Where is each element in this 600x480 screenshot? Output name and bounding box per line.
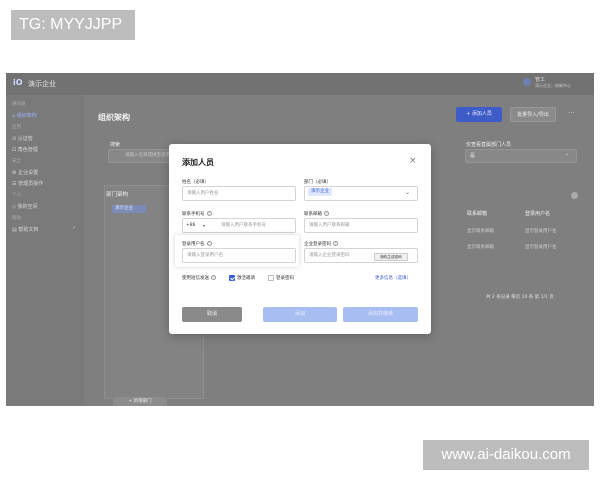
sidebar-group-apps: 应用 xyxy=(12,125,21,130)
sidebar-item-roles[interactable]: ⊡ 角色管理 xyxy=(12,146,38,153)
sidebar-item-label: 企业设置 xyxy=(18,170,39,176)
sidebar-group-personal: 个人 xyxy=(12,193,21,198)
sidebar-item-auth[interactable]: ⊙ 认证管 xyxy=(12,135,33,142)
org-tree-node[interactable]: 演示企业 xyxy=(112,205,146,213)
add-circle-icon[interactable] xyxy=(571,192,578,199)
pagination[interactable]: 共 2 条记录 每页 10 条 第 1/1 页 xyxy=(486,294,554,300)
sidebar-item-admin-ops[interactable]: ☰ 管理员操作 xyxy=(12,180,43,187)
sidebar-group-help: 帮助 xyxy=(12,216,21,221)
email-label: 联系邮箱? xyxy=(304,211,329,217)
help-icon[interactable]: ? xyxy=(206,241,212,246)
direct-members-select[interactable]: 是 xyxy=(465,149,577,163)
notify-label: 使用短信发送? xyxy=(182,275,216,281)
sidebar-item-org[interactable]: ⌂ 组织架构 xyxy=(12,112,37,119)
sidebar-item-label: 角色管理 xyxy=(17,147,38,153)
search-label: 搜索 xyxy=(110,142,121,148)
page-title: 组织架构 xyxy=(98,113,130,122)
top-bar: iO 演示企业 管工 演示企业，刷新中心 xyxy=(6,73,594,95)
sidebar-item-label: 管理员操作 xyxy=(18,181,44,187)
watermark-top: TG: MYYJJPP xyxy=(11,10,135,40)
chevron-down-icon: ⌄ xyxy=(405,189,411,196)
avatar[interactable] xyxy=(523,78,531,86)
generate-password-button[interactable]: 随机生成密码 xyxy=(374,253,408,261)
table-header: 联系邮箱 xyxy=(467,211,488,217)
sidebar-item-label: 我的空间 xyxy=(17,204,38,210)
batch-import-export-button[interactable]: 批量导入/导出 xyxy=(510,107,556,122)
activate-invite-label: 激活邀请 xyxy=(237,276,255,281)
password-label: 企业登录密码? xyxy=(304,241,338,247)
sidebar-item-label: 组织架构 xyxy=(16,113,37,119)
sidebar-item-label: 帮助文档 xyxy=(18,227,39,233)
dept-tag[interactable]: 演示企业 xyxy=(308,188,332,196)
sidebar-group-contacts: 通讯录 xyxy=(12,102,26,107)
phone-label: 联系手机号? xyxy=(182,211,212,217)
chevron-down-icon: ⌄ xyxy=(565,151,570,157)
email-input[interactable]: 请输入用户联系邮箱 xyxy=(304,218,418,233)
cancel-button[interactable]: 取消 xyxy=(182,307,242,322)
direct-members-label: 仅查看直属部门人员 xyxy=(466,142,512,148)
table-cell: 显示联系邮箱 xyxy=(467,229,494,234)
country-code-select[interactable]: +86 xyxy=(186,223,196,228)
more-info-link[interactable]: 更多信息（选填） xyxy=(375,275,411,281)
sidebar-item-label: 认证管 xyxy=(17,136,33,142)
add-member-button[interactable]: + 添加人员 xyxy=(456,107,502,122)
username-label: 登录用户名? xyxy=(182,241,212,247)
caret-down-icon: ▾ xyxy=(203,223,206,228)
name-input[interactable]: 请输入用户姓名 xyxy=(182,186,296,201)
sidebar-item-my-space[interactable]: ◇ 我的空间 xyxy=(12,203,37,210)
user-name[interactable]: 管工 xyxy=(535,76,545,83)
help-icon[interactable]: ? xyxy=(333,241,338,246)
sidebar-group-security: 安全 xyxy=(12,159,21,164)
external-link-icon: ↗ xyxy=(72,226,76,231)
table-cell: 显示联系邮箱 xyxy=(467,245,494,250)
confirm-button[interactable]: 添加 xyxy=(263,307,337,322)
org-tree-title: 部门架构 xyxy=(106,192,129,198)
more-icon[interactable]: ··· xyxy=(568,109,575,117)
dialog-title: 添加人员 xyxy=(182,158,214,167)
name-label: 姓名（必填） xyxy=(182,180,209,185)
sidebar: 通讯录 ⌂ 组织架构 应用 ⊙ 认证管 ⊡ 角色管理 安全 ⚙ 企业设置 ☰ 管… xyxy=(6,95,84,406)
add-department-button[interactable]: + 新增部门 xyxy=(113,397,167,406)
watermark-bottom: www.ai-daikou.com xyxy=(423,440,589,470)
add-member-dialog: 添加人员 × 姓名（必填） 请输入用户姓名 部门（必填） 演示企业 ⌄ 联系手机… xyxy=(169,144,431,334)
table-cell: 显示登录用户名 xyxy=(525,229,557,234)
sidebar-item-help-docs[interactable]: ▤ 帮助文档 xyxy=(12,226,38,233)
help-icon[interactable]: ? xyxy=(206,211,212,216)
confirm-and-continue-button[interactable]: 添加并继续 xyxy=(343,307,418,322)
table-header: 登录用户名 xyxy=(525,211,551,217)
close-icon[interactable]: × xyxy=(409,156,417,166)
dept-label: 部门（必填） xyxy=(304,180,331,185)
help-icon[interactable]: ? xyxy=(324,211,329,216)
help-icon[interactable]: ? xyxy=(211,275,216,280)
sidebar-item-company-settings[interactable]: ⚙ 企业设置 xyxy=(12,169,38,176)
activate-invite-checkbox[interactable] xyxy=(229,275,235,281)
phone-input[interactable]: 请输入用户联系手机号 xyxy=(182,218,296,233)
table-cell: 显示登录用户名 xyxy=(525,245,557,250)
login-password-label: 登录密码 xyxy=(276,276,294,281)
username-input[interactable]: 请输入登录用户名 xyxy=(182,248,296,263)
user-org: 演示企业，刷新中心 xyxy=(535,83,571,88)
brand-name: 演示企业 xyxy=(28,80,56,88)
login-password-checkbox[interactable] xyxy=(268,275,274,281)
app-logo: iO xyxy=(13,78,23,87)
